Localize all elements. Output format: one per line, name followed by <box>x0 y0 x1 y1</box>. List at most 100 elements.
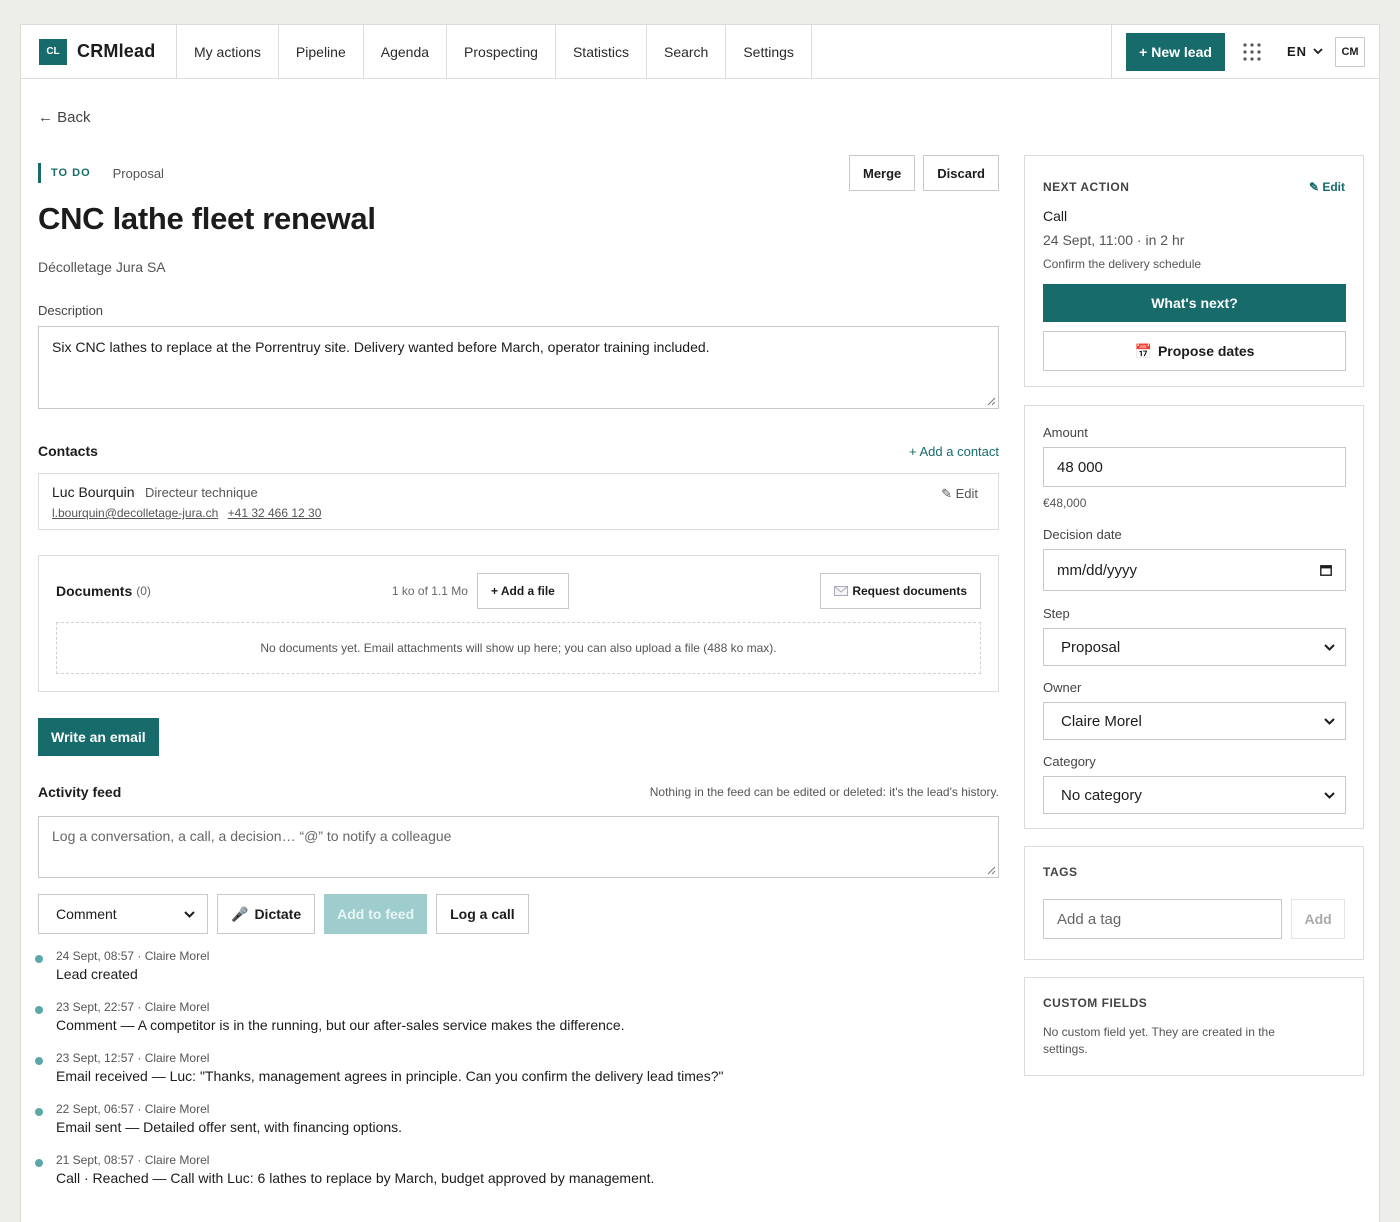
entry-meta: 23 Sept, 22:57 · Claire Morel <box>56 1000 210 1014</box>
log-call-button[interactable]: Log a call <box>436 894 529 934</box>
amount-formatted: €48,000 <box>1043 496 1087 510</box>
merge-button[interactable]: Merge <box>849 155 916 191</box>
amount-label: Amount <box>1043 425 1088 440</box>
timeline-dot <box>35 1006 43 1014</box>
category-label: Category <box>1043 754 1096 769</box>
write-email-button[interactable]: Write an email <box>38 718 159 756</box>
timeline-entry: 23 Sept, 22:57 · Claire Morel Comment — … <box>35 1000 999 1051</box>
category-select[interactable]: No category <box>1043 776 1346 814</box>
brand-name: CRMlead <box>77 41 156 61</box>
resize-handle-icon[interactable] <box>986 865 996 875</box>
documents-title: Documents <box>56 583 133 599</box>
language-switcher[interactable]: EN <box>1287 44 1323 59</box>
user-avatar[interactable]: CM <box>1335 36 1365 67</box>
timeline-entry: 21 Sept, 08:57 · Claire Morel Call · Rea… <box>35 1153 999 1204</box>
calendar-picker-icon[interactable] <box>1320 564 1332 576</box>
contact-name: Luc Bourquin <box>52 484 135 500</box>
documents-header: Documents (0) 1 ko of 1.1 Mo + Add a fil… <box>56 573 981 609</box>
microphone-icon: 🎤 <box>231 905 249 922</box>
timeline-dot <box>35 955 43 963</box>
timeline-entry: 22 Sept, 06:57 · Claire Morel Email sent… <box>35 1102 999 1153</box>
feed-header: Activity feed Nothing in the feed can be… <box>38 784 999 800</box>
new-lead-button[interactable]: + New lead <box>1126 32 1225 71</box>
top-right-actions: + New lead EN CM <box>1111 24 1379 79</box>
feed-type-value: Comment <box>56 906 117 922</box>
description-field[interactable]: Six CNC lathes to replace at the Porrent… <box>38 326 999 409</box>
entry-meta: 21 Sept, 08:57 · Claire Morel <box>56 1153 210 1167</box>
tag-input[interactable]: Add a tag <box>1043 899 1283 939</box>
custom-fields-card: CUSTOM FIELDS No custom field yet. They … <box>1024 977 1364 1076</box>
chevron-down-icon <box>1324 717 1335 725</box>
contacts-header: Contacts + Add a contact <box>38 443 999 459</box>
owner-label: Owner <box>1043 680 1082 695</box>
propose-dates-button[interactable]: 📅 Propose dates <box>1043 331 1346 371</box>
edit-contact-link[interactable]: ✎ Edit <box>941 486 978 502</box>
dictate-label: Dictate <box>254 906 302 922</box>
timeline-entry: 23 Sept, 12:57 · Claire Morel Email rece… <box>35 1051 999 1102</box>
entry-meta: 24 Sept, 08:57 · Claire Morel <box>56 949 210 963</box>
stage-label: Proposal <box>112 165 164 181</box>
decision-date-input[interactable]: mm/dd/yyyy <box>1043 549 1346 591</box>
documents-empty-state: No documents yet. Email attachments will… <box>56 622 981 674</box>
resize-handle-icon[interactable] <box>986 396 996 406</box>
status-row: TO DO Proposal Merge Discard <box>38 155 999 191</box>
custom-fields-caption: CUSTOM FIELDS <box>1043 996 1148 1010</box>
chevron-down-icon <box>184 910 195 918</box>
next-action-card: NEXT ACTION ✎ Edit Call 24 Sept, 11:00 ·… <box>1024 155 1364 387</box>
custom-fields-empty: No custom field yet. They are created in… <box>1043 1025 1275 1056</box>
documents-card: Documents (0) 1 ko of 1.1 Mo + Add a fil… <box>38 555 999 692</box>
dictate-button[interactable]: 🎤 Dictate <box>217 894 316 934</box>
logo-icon: CL <box>39 38 67 65</box>
contact-email-link[interactable]: l.bourquin@decolletage-jura.ch <box>52 506 218 520</box>
feed-log-placeholder: Log a conversation, a call, a decision… … <box>52 828 452 844</box>
nav-my-actions[interactable]: My actions <box>177 25 279 78</box>
tags-caption: TAGS <box>1043 865 1078 879</box>
chevron-down-icon <box>1324 643 1335 651</box>
add-contact-link[interactable]: + Add a contact <box>909 444 999 459</box>
amount-input[interactable]: 48 000 <box>1043 447 1346 487</box>
next-action-edit-link[interactable]: ✎ Edit <box>1309 180 1345 194</box>
entry-text: Email received — Luc: "Thanks, managemen… <box>56 1068 724 1084</box>
nav-settings[interactable]: Settings <box>726 25 812 78</box>
request-documents-label: Request documents <box>852 584 967 598</box>
add-file-button[interactable]: + Add a file <box>476 573 569 609</box>
nav-pipeline[interactable]: Pipeline <box>279 25 364 78</box>
add-to-feed-button[interactable]: Add to feed <box>324 894 428 934</box>
nav-prospecting[interactable]: Prospecting <box>447 25 556 78</box>
contacts-title: Contacts <box>38 443 98 459</box>
next-action-header: NEXT ACTION ✎ Edit <box>1043 180 1345 194</box>
propose-dates-label: Propose dates <box>1157 343 1255 359</box>
feed-note: Nothing in the feed can be edited or del… <box>649 785 999 799</box>
owner-select[interactable]: Claire Morel <box>1043 702 1346 740</box>
activity-timeline: 24 Sept, 08:57 · Claire Morel Lead creat… <box>35 949 999 1204</box>
category-value: No category <box>1061 786 1142 804</box>
chevron-down-icon <box>1313 48 1323 55</box>
lead-actions: Merge Discard <box>849 155 999 191</box>
entry-meta: 23 Sept, 12:57 · Claire Morel <box>56 1051 210 1065</box>
back-link[interactable]: ← Back <box>38 109 91 126</box>
brand[interactable]: CL CRMlead <box>21 25 177 78</box>
apps-grid-icon[interactable] <box>1243 42 1261 61</box>
feed-log-input[interactable]: Log a conversation, a call, a decision… … <box>38 816 999 878</box>
owner-value: Claire Morel <box>1061 712 1142 730</box>
nav-agenda[interactable]: Agenda <box>364 25 448 78</box>
whats-next-button[interactable]: What's next? <box>1043 284 1346 322</box>
next-action-note: Confirm the delivery schedule <box>1043 257 1202 271</box>
description-label: Description <box>38 303 104 318</box>
lead-details-card: Amount 48 000 €48,000 Decision date mm/d… <box>1024 405 1364 829</box>
step-label: Step <box>1043 606 1070 621</box>
step-select[interactable]: Proposal <box>1043 628 1346 666</box>
contact-card: Luc Bourquin Directeur technique l.bourq… <box>38 473 999 530</box>
nav-statistics[interactable]: Statistics <box>556 25 647 78</box>
documents-quota: 1 ko of 1.1 Mo <box>391 584 468 598</box>
feed-title: Activity feed <box>38 784 122 800</box>
contact-phone-link[interactable]: +41 32 466 12 30 <box>228 506 322 520</box>
discard-button[interactable]: Discard <box>923 155 999 191</box>
request-documents-button[interactable]: Request documents <box>820 573 981 609</box>
step-value: Proposal <box>1061 638 1121 656</box>
feed-type-select[interactable]: Comment <box>38 894 208 934</box>
nav-search[interactable]: Search <box>647 25 727 78</box>
add-tag-button[interactable]: Add <box>1291 899 1345 939</box>
feed-controls: Comment 🎤 Dictate Add to feed Log a call <box>38 894 999 934</box>
entry-text: Lead created <box>56 966 138 982</box>
